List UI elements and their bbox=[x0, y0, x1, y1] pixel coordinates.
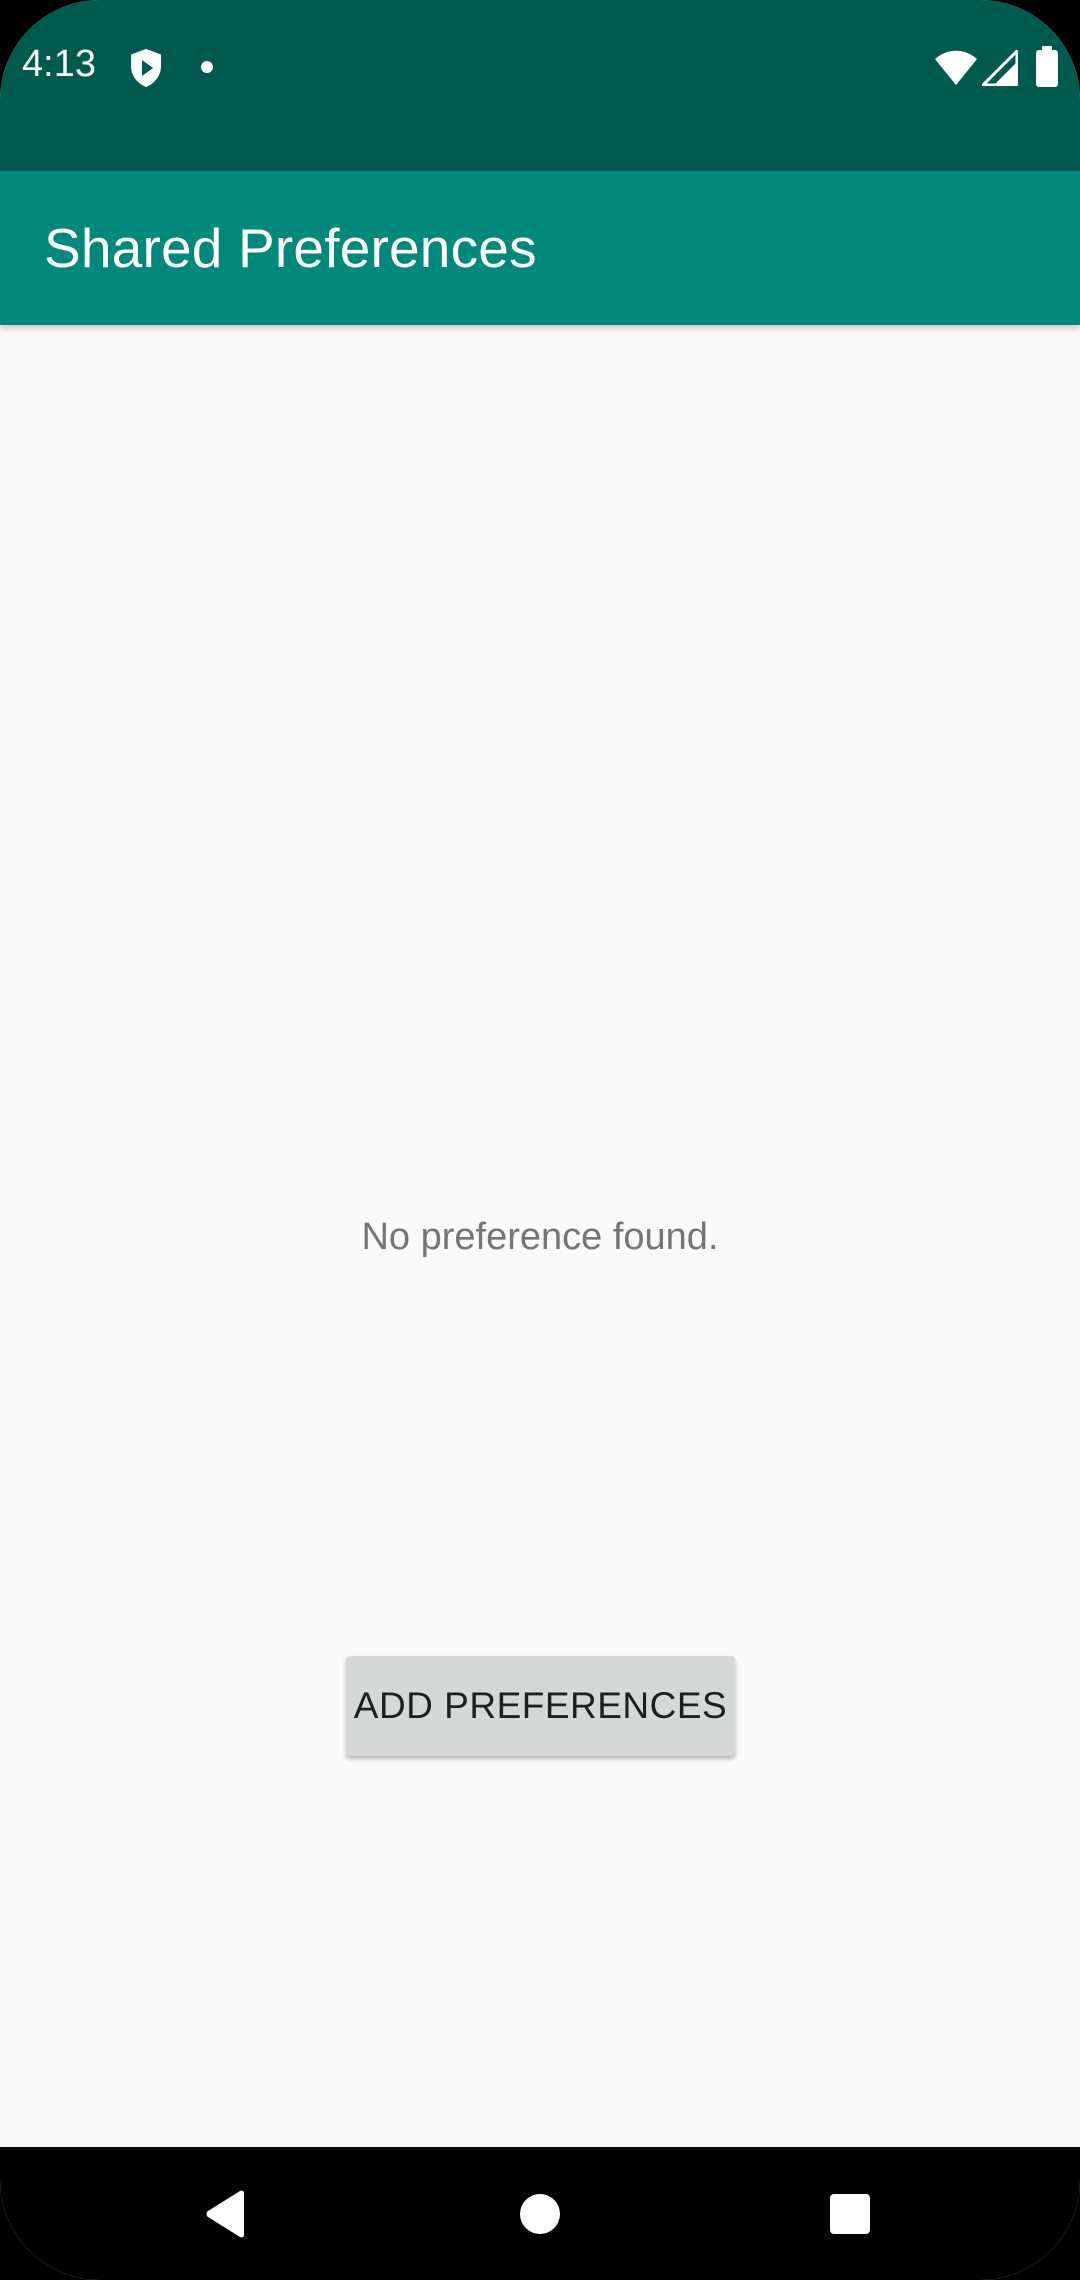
status-time: 4:13 bbox=[22, 43, 96, 85]
navigation-bar bbox=[0, 2147, 1080, 2280]
back-icon bbox=[206, 2190, 244, 2237]
phone-screen: 4:13 Shared Preferences No preference fo… bbox=[0, 0, 1080, 2280]
home-icon bbox=[520, 2193, 560, 2234]
battery-icon bbox=[1036, 46, 1058, 87]
notification-dot-icon bbox=[201, 61, 213, 73]
status-bar: 4:13 bbox=[0, 0, 1080, 171]
cellular-signal-icon bbox=[982, 50, 1018, 86]
wifi-icon bbox=[935, 50, 977, 85]
recents-icon bbox=[830, 2193, 870, 2234]
main-content: No preference found. ADD PREFERENCES bbox=[0, 325, 1080, 2147]
nav-home-button[interactable] bbox=[470, 2147, 610, 2280]
shield-play-icon bbox=[131, 49, 161, 87]
app-title: Shared Preferences bbox=[44, 217, 537, 279]
nav-recents-button[interactable] bbox=[780, 2147, 920, 2280]
nav-back-button[interactable] bbox=[156, 2147, 296, 2280]
app-bar: Shared Preferences bbox=[0, 171, 1080, 325]
add-preferences-button[interactable]: ADD PREFERENCES bbox=[346, 1656, 735, 1756]
empty-state-message: No preference found. bbox=[361, 1216, 719, 1258]
